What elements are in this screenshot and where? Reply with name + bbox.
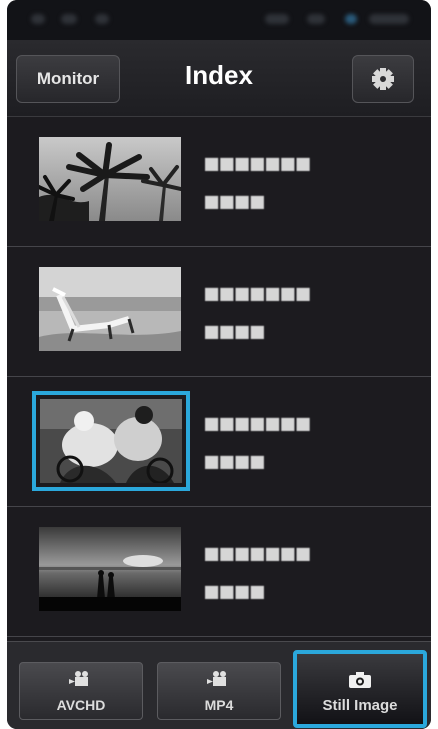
thumbnail-frame[interactable] [39, 527, 181, 611]
image-list: ■■■■■■■ ■■■■ ■■■■■■■ ■■■■ ■■■■■■■ ■■■■ ■… [7, 117, 431, 637]
app-screen: Monitor Index ■■■■■■■ ■■■■ ■■■■■■■ ■■■■ … [7, 0, 431, 729]
tab-mp4-label: MP4 [204, 697, 234, 713]
item-date-masked: ■■■■ [205, 449, 266, 474]
app-header: Monitor Index [7, 40, 431, 117]
item-title-masked: ■■■■■■■ [205, 411, 312, 436]
item-title-masked: ■■■■■■■ [205, 151, 312, 176]
thumbnail-frame[interactable] [39, 137, 181, 221]
status-icon [307, 14, 325, 24]
bottom-tab-bar: AVCHD MP4 Still Image [7, 641, 431, 729]
item-date-masked: ■■■■ [205, 189, 266, 214]
status-icon [95, 14, 109, 24]
list-item[interactable]: ■■■■■■■ ■■■■ [7, 247, 431, 377]
list-item[interactable]: ■■■■■■■ ■■■■ [7, 377, 431, 507]
status-clock [369, 14, 409, 24]
status-icon [345, 14, 357, 24]
tab-mp4[interactable]: MP4 [157, 662, 281, 720]
video-camera-icon [69, 671, 88, 686]
list-item[interactable]: ■■■■■■■ ■■■■ [7, 507, 431, 637]
settings-button[interactable] [352, 55, 414, 103]
item-title-masked: ■■■■■■■ [205, 281, 312, 306]
status-bar [7, 0, 431, 40]
thumbnail-cyclists [40, 399, 182, 483]
thumbnail-frame[interactable] [39, 267, 181, 351]
thumbnail-frame-selected[interactable] [32, 391, 190, 491]
tab-avchd[interactable]: AVCHD [19, 662, 143, 720]
status-icon [31, 14, 45, 24]
item-date-masked: ■■■■ [205, 579, 266, 604]
tab-still-image[interactable]: Still Image [293, 650, 427, 728]
item-title-masked: ■■■■■■■ [205, 541, 312, 566]
thumbnail-sunset-couple [39, 527, 181, 611]
camera-icon [349, 672, 371, 688]
video-camera-icon [207, 671, 226, 686]
tab-still-image-label: Still Image [322, 697, 398, 714]
list-item[interactable]: ■■■■■■■ ■■■■ [7, 117, 431, 247]
status-icon [265, 14, 289, 24]
thumbnail-beach-chair [39, 267, 181, 351]
gear-icon [372, 68, 394, 90]
item-date-masked: ■■■■ [205, 319, 266, 344]
thumbnail-palm-trees [39, 137, 181, 221]
tab-avchd-label: AVCHD [56, 697, 106, 713]
status-icon [61, 14, 77, 24]
